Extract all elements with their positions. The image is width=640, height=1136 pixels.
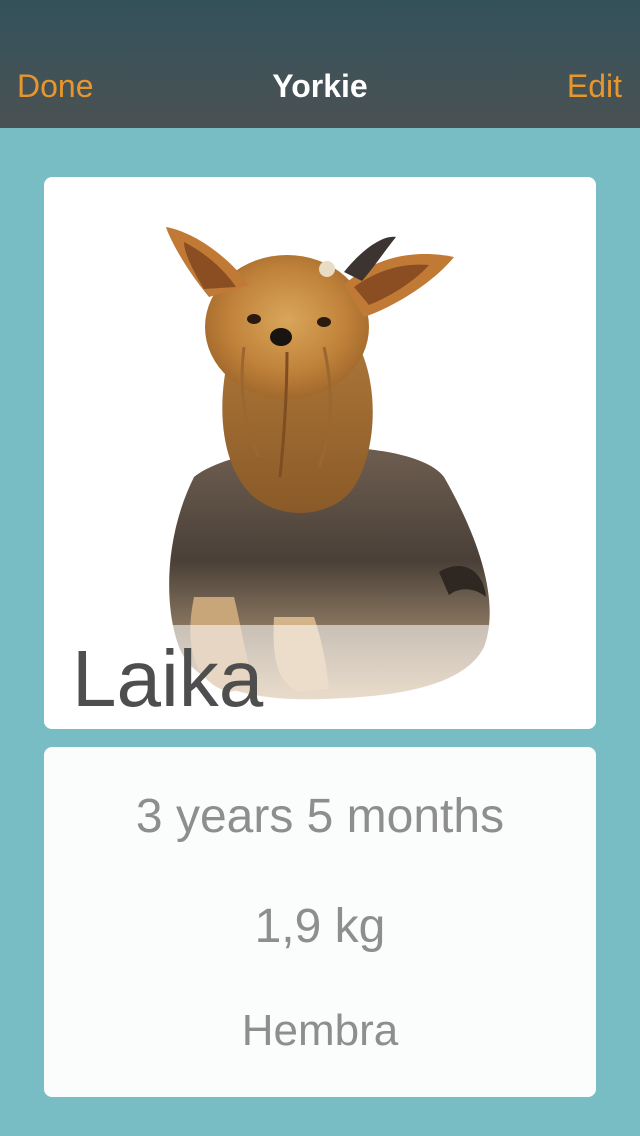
pet-photo-card: Laika (44, 177, 596, 729)
pet-weight: 1,9 kg (254, 900, 386, 953)
pet-info-card: 3 years 5 months 1,9 kg Hembra (44, 747, 596, 1097)
page-title: Yorkie (272, 68, 368, 104)
pet-name: Laika (72, 634, 264, 723)
navigation-bar: Done Yorkie Edit (0, 0, 640, 128)
pet-sex: Hembra (241, 1006, 399, 1055)
pet-age: 3 years 5 months (135, 790, 505, 843)
edit-button[interactable]: Edit (567, 64, 622, 108)
